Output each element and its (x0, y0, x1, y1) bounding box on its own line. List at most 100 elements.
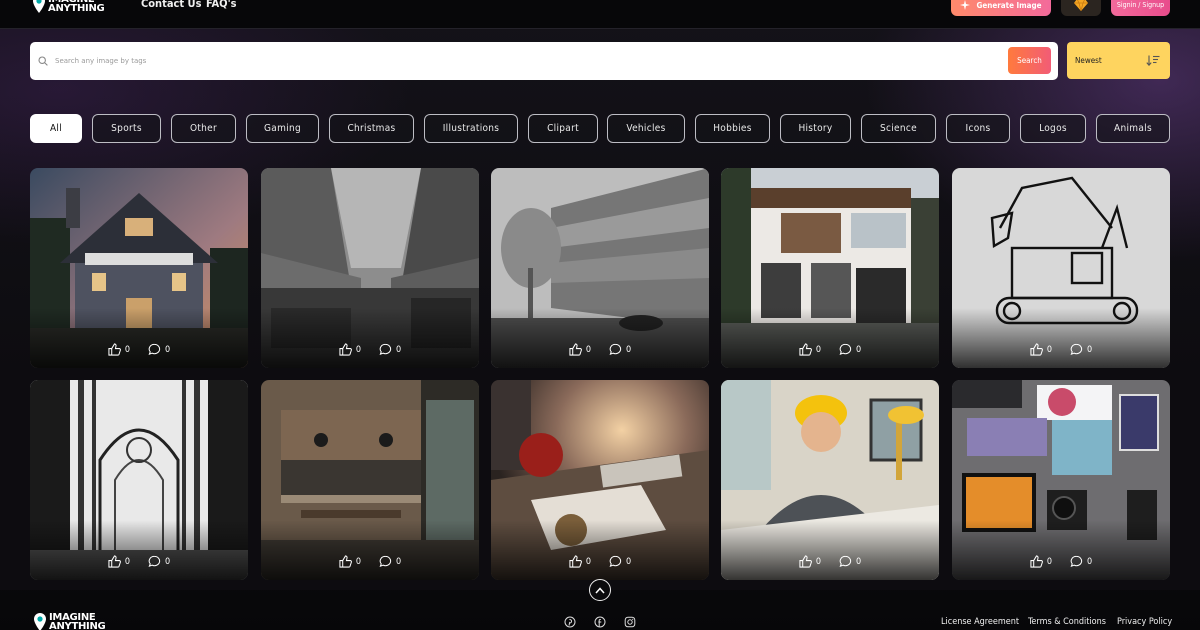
like-button[interactable]: 0 (799, 555, 821, 568)
tag-clipart[interactable]: Clipart (528, 114, 598, 143)
footer-brand-logo[interactable]: IMAGINE ANYTHING (33, 612, 106, 630)
like-count: 0 (585, 344, 591, 355)
top-navigation: IMAGINE ANYTHING Contact Us FAQ's Genera… (0, 0, 1200, 29)
card-shade (491, 308, 709, 368)
like-button[interactable]: 0 (1030, 555, 1052, 568)
tag-science[interactable]: Science (861, 114, 936, 143)
comment-button[interactable]: 0 (609, 343, 631, 356)
card-shade (952, 520, 1170, 580)
comment-count: 0 (1087, 344, 1093, 355)
like-button[interactable]: 0 (108, 555, 130, 568)
comment-count: 0 (1087, 556, 1093, 567)
like-button[interactable]: 0 (339, 343, 361, 356)
search-input[interactable] (55, 57, 955, 65)
location-pin-icon (33, 0, 45, 13)
chevron-up-icon (595, 586, 605, 593)
image-card-cathedral[interactable]: 0 0 (30, 380, 248, 580)
nav-faqs[interactable]: FAQ's (206, 0, 237, 10)
credits-button[interactable] (1061, 0, 1101, 16)
tag-all[interactable]: All (30, 114, 82, 143)
like-button[interactable]: 0 (569, 343, 591, 356)
comment-button[interactable]: 0 (839, 555, 861, 568)
thumbs-up-icon (108, 343, 121, 356)
card-stats: 0 0 (30, 555, 248, 568)
tag-icons[interactable]: Icons (946, 114, 1010, 143)
like-button[interactable]: 0 (1030, 343, 1052, 356)
like-count: 0 (355, 556, 361, 567)
search-icon (38, 56, 48, 66)
tag-hobbies[interactable]: Hobbies (695, 114, 770, 143)
like-count: 0 (124, 556, 130, 567)
tag-vehicles[interactable]: Vehicles (607, 114, 685, 143)
card-stats: 0 0 (261, 555, 479, 568)
image-card-building-street[interactable]: 0 0 (491, 168, 709, 368)
card-shade (952, 308, 1170, 368)
like-button[interactable]: 0 (108, 343, 130, 356)
comment-count: 0 (856, 344, 862, 355)
image-card-engineer[interactable]: 0 0 (721, 380, 939, 580)
comment-icon (148, 555, 161, 568)
comment-button[interactable]: 0 (379, 343, 401, 356)
thumbs-up-icon (1030, 343, 1043, 356)
image-card-electronics[interactable]: 0 0 (952, 380, 1170, 580)
like-count: 0 (585, 556, 591, 567)
comment-icon (379, 343, 392, 356)
like-button[interactable]: 0 (799, 343, 821, 356)
generate-image-label: Generate Image (976, 0, 1042, 10)
tag-logos[interactable]: Logos (1020, 114, 1086, 143)
sort-label: Newest (1075, 56, 1102, 65)
generate-image-button[interactable]: Generate Image (951, 0, 1051, 16)
nav-contact-us[interactable]: Contact Us (141, 0, 201, 10)
comment-icon (609, 555, 622, 568)
like-count: 0 (815, 344, 821, 355)
comment-button[interactable]: 0 (148, 555, 170, 568)
image-card-desk-sunset[interactable]: 0 0 (491, 380, 709, 580)
thumbs-up-icon (1030, 555, 1043, 568)
thumbs-up-icon (108, 555, 121, 568)
tag-gaming[interactable]: Gaming (246, 114, 319, 143)
search-button[interactable]: Search (1008, 47, 1051, 74)
brand-logo[interactable]: IMAGINE ANYTHING (32, 0, 105, 14)
image-card-kitchen[interactable]: 0 0 (261, 380, 479, 580)
tag-history[interactable]: History (780, 114, 851, 143)
like-button[interactable]: 0 (569, 555, 591, 568)
comment-button[interactable]: 0 (1070, 343, 1092, 356)
footer-brand-name: IMAGINE ANYTHING (49, 612, 106, 630)
image-card-excavator[interactable]: 0 0 (952, 168, 1170, 368)
signin-signup-button[interactable]: Signin / Signup (1111, 0, 1170, 16)
terms-conditions-link[interactable]: Terms & Conditions (1028, 617, 1106, 627)
tag-other[interactable]: Other (171, 114, 236, 143)
scroll-to-top-button[interactable] (589, 579, 611, 601)
comment-count: 0 (626, 556, 632, 567)
tag-sports[interactable]: Sports (92, 114, 161, 143)
privacy-policy-link[interactable]: Privacy Policy (1117, 617, 1172, 627)
comment-button[interactable]: 0 (609, 555, 631, 568)
tag-animals[interactable]: Animals (1096, 114, 1170, 143)
comment-count: 0 (396, 344, 402, 355)
image-card-house[interactable]: 0 0 (30, 168, 248, 368)
thumbs-up-icon (799, 343, 812, 356)
comment-button[interactable]: 0 (148, 343, 170, 356)
like-button[interactable]: 0 (339, 555, 361, 568)
comment-count: 0 (856, 556, 862, 567)
comment-icon (839, 343, 852, 356)
comment-button[interactable]: 0 (839, 343, 861, 356)
comment-button[interactable]: 0 (1070, 555, 1092, 568)
pinterest-icon[interactable] (564, 616, 576, 628)
sort-dropdown[interactable]: Newest (1067, 42, 1170, 79)
image-card-street-market[interactable]: 0 0 (261, 168, 479, 368)
tag-christmas[interactable]: Christmas (329, 114, 414, 143)
card-shade (261, 308, 479, 368)
thumbs-up-icon (339, 343, 352, 356)
comment-count: 0 (626, 344, 632, 355)
comment-icon (379, 555, 392, 568)
comment-button[interactable]: 0 (379, 555, 401, 568)
instagram-icon[interactable] (624, 616, 636, 628)
comment-count: 0 (165, 344, 171, 355)
facebook-icon[interactable] (594, 616, 606, 628)
card-stats: 0 0 (491, 343, 709, 356)
tag-illustrations[interactable]: Illustrations (424, 114, 518, 143)
license-agreement-link[interactable]: License Agreement (941, 617, 1019, 627)
image-card-modern-house[interactable]: 0 0 (721, 168, 939, 368)
like-count: 0 (815, 556, 821, 567)
